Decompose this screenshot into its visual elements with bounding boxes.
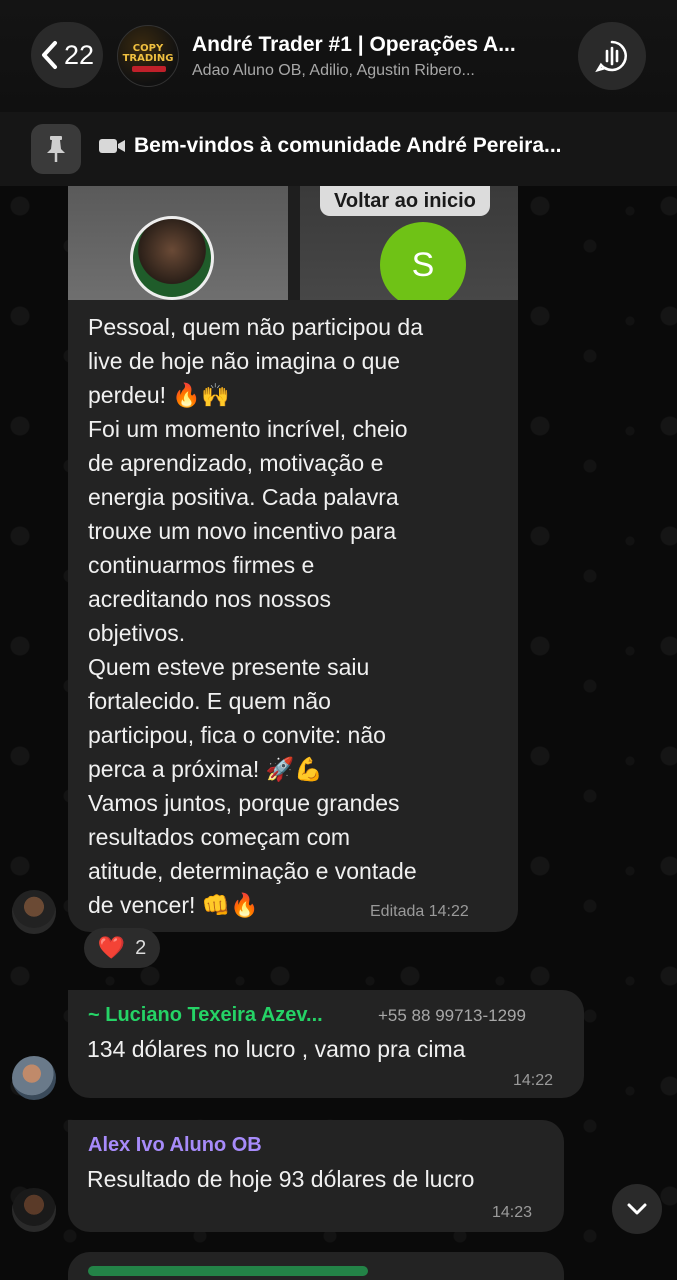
avatar[interactable] <box>12 1188 56 1232</box>
media-preview[interactable]: Voltar ao inicio S <box>68 186 518 300</box>
message-timestamp: 14:23 <box>492 1204 533 1221</box>
reaction-count: 2 <box>135 936 147 959</box>
pin-button[interactable] <box>31 124 81 174</box>
media-panel-participant: Voltar ao inicio S <box>300 186 518 300</box>
participant-initial-avatar: S <box>380 222 466 300</box>
message-text: Pessoal, quem não participou da live de … <box>88 314 423 918</box>
media-panel-host <box>68 186 288 300</box>
heart-icon: ❤️ <box>97 935 126 960</box>
host-avatar <box>130 216 214 300</box>
chevron-down-icon <box>627 1203 647 1215</box>
back-button[interactable]: 22 <box>31 22 103 88</box>
reaction-badge[interactable]: ❤️ 2 <box>84 928 160 968</box>
message-timestamp: Editada 14:22 <box>370 903 469 920</box>
sender-name <box>88 1266 368 1276</box>
chat-header: 22 COPY TRADING André Trader #1 | Operaç… <box>0 0 677 112</box>
message-bubble[interactable] <box>68 1252 564 1280</box>
chat-title[interactable]: André Trader #1 | Operações A... <box>192 33 562 57</box>
scroll-to-bottom-button[interactable] <box>612 1184 662 1234</box>
pin-icon <box>47 136 65 162</box>
message-text: 134 dólares no lucro , vamo pra cima <box>87 1036 466 1062</box>
avatar[interactable] <box>12 890 56 934</box>
chevron-left-icon <box>41 41 57 69</box>
avatar-logo-accent <box>132 66 166 72</box>
message-text: Resultado de hoje 93 dólares de lucro <box>87 1166 475 1192</box>
chat-members[interactable]: Adao Aluno OB, Adilio, Agustin Ribero... <box>192 62 562 80</box>
media-divider <box>288 186 300 300</box>
message-timestamp: 14:22 <box>513 1072 554 1089</box>
sender-name[interactable]: ~ Luciano Texeira Azev... <box>88 1004 323 1027</box>
pinned-message-bar[interactable]: Bem-vindos à comunidade André Pereira... <box>0 112 677 186</box>
pinned-message[interactable]: Bem-vindos à comunidade André Pereira... <box>98 134 658 158</box>
sender-phone: +55 88 99713-1299 <box>378 1006 526 1025</box>
avatar[interactable] <box>12 1056 56 1100</box>
voice-chat-button[interactable] <box>578 22 646 90</box>
message-bubble[interactable]: Alex Ivo Aluno OB Resultado de hoje 93 d… <box>68 1120 564 1232</box>
group-avatar[interactable]: COPY TRADING <box>117 25 179 87</box>
unread-count: 22 <box>63 39 95 70</box>
message-bubble[interactable]: ~ Luciano Texeira Azev... +55 88 99713-1… <box>68 990 584 1098</box>
avatar-logo-text: COPY TRADING <box>122 43 174 64</box>
back-to-start-button: Voltar ao inicio <box>320 186 490 216</box>
sender-name[interactable]: Alex Ivo Aluno OB <box>88 1134 262 1157</box>
video-camera-icon <box>99 139 125 153</box>
pinned-message-text: Bem-vindos à comunidade André Pereira... <box>134 134 562 157</box>
voice-chat-icon <box>595 40 628 73</box>
